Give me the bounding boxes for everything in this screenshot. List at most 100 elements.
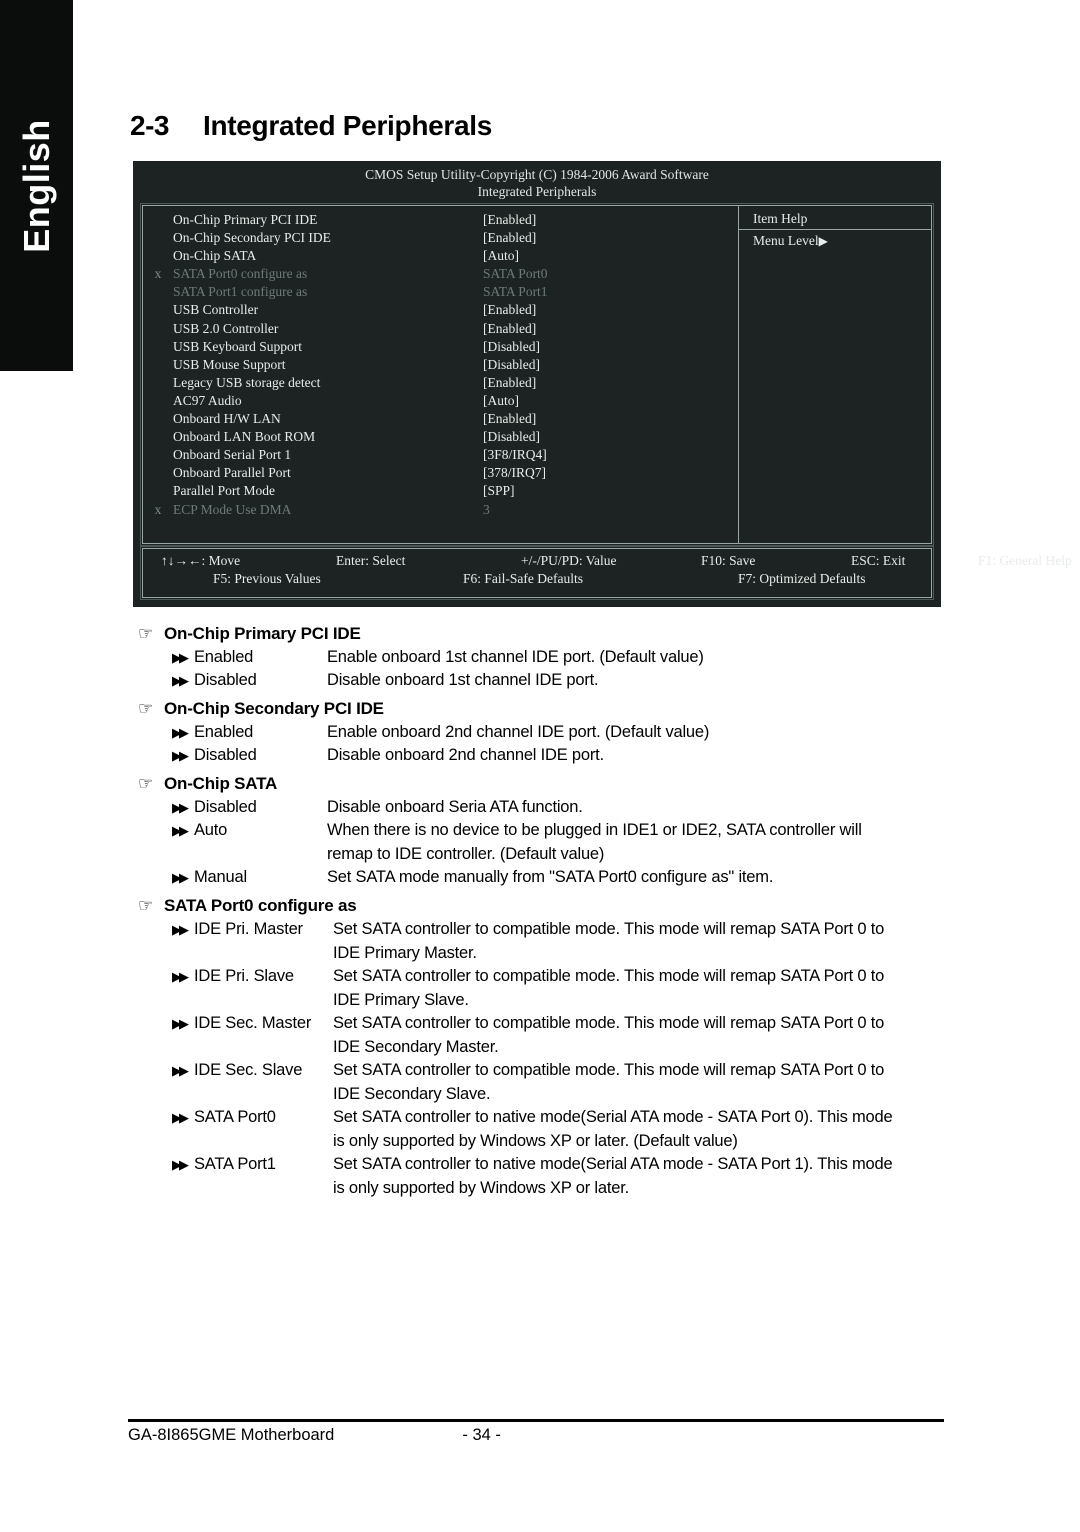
bios-setting-row[interactable]: AC97 Audio [Auto]: [143, 392, 738, 410]
description-block: ☞ On-Chip Secondary PCI IDE ▶▶ Enabled Enabl…: [0, 699, 1080, 765]
bios-key-hint: F1: General Help: [978, 553, 1072, 568]
bios-setting-value[interactable]: [Enabled]: [483, 229, 536, 247]
description-heading-text: On-Chip Primary PCI IDE: [164, 624, 361, 643]
description-option-text: Set SATA controller to compatible mode. …: [333, 920, 885, 962]
bios-setting-value[interactable]: [Enabled]: [483, 410, 536, 428]
bios-key-bar-line2: F5: Previous Values F6: Fail-Safe Default…: [143, 571, 931, 587]
description-option-name: IDE Sec. Master: [194, 1014, 312, 1032]
item-help-title: Item Help: [739, 206, 931, 230]
bios-setting-label: Onboard H/W LAN: [173, 411, 281, 427]
bios-setting-row[interactable]: USB Mouse Support [Disabled]: [143, 356, 738, 374]
description-heading-text: SATA Port0 configure as: [164, 896, 357, 915]
double-arrow-icon: ▶▶: [172, 748, 189, 763]
description-option-text: Set SATA controller to native mode(Seria…: [333, 1108, 893, 1150]
description-heading: ☞ SATA Port0 configure as: [0, 896, 1080, 916]
double-arrow-icon: ▶▶: [172, 1063, 189, 1078]
bios-setting-value[interactable]: [Enabled]: [483, 320, 536, 338]
pointing-hand-icon: ☞: [138, 699, 154, 718]
footer-page-number: - 34 -: [462, 1426, 501, 1444]
double-arrow-icon: ▶▶: [172, 725, 189, 740]
description-option-text: Set SATA controller to compatible mode. …: [333, 967, 885, 1009]
bios-setting-value[interactable]: 3: [483, 501, 490, 519]
bios-body: On-Chip Primary PCI IDE [Enabled] On-Chip …: [140, 203, 934, 546]
bios-setting-value[interactable]: [Enabled]: [483, 374, 536, 392]
double-arrow-icon: ▶▶: [172, 1110, 189, 1125]
bios-setting-disabled-marker: x: [154, 266, 162, 282]
bios-setting-value[interactable]: SATA Port1: [483, 283, 548, 301]
description-option-row: ▶▶ SATA Port1 Set SATA controller to nativ…: [0, 1155, 1080, 1198]
description-option-text: Enable onboard 1st channel IDE port. (De…: [327, 648, 704, 666]
description-option-row: ▶▶ IDE Sec. Slave Set SATA controller to c…: [0, 1061, 1080, 1104]
description-option-row: ▶▶ Enabled Enable onboard 1st channel IDE …: [0, 648, 1080, 667]
bios-setting-row[interactable]: Legacy USB storage detect [Enabled]: [143, 374, 738, 392]
bios-setting-row[interactable]: SATA Port1 configure as SATA Port1: [143, 283, 738, 301]
bios-setting-row[interactable]: x ECP Mode Use DMA 3: [143, 501, 738, 519]
bios-header-line2: Integrated Peripherals: [477, 184, 597, 200]
bios-setting-value[interactable]: [Auto]: [483, 247, 519, 265]
footer-product-name: GA-8I865GME Motherboard: [128, 1426, 335, 1444]
bios-key-bar-line1: ↑↓→←: Move Enter: Select +/-/PU/PD: Value F…: [143, 553, 1072, 569]
description-option-row: ▶▶ IDE Pri. Slave Set SATA controller to c…: [0, 967, 1080, 1010]
bios-setting-row[interactable]: USB 2.0 Controller [Enabled]: [143, 320, 738, 338]
description-heading: ☞ On-Chip Primary PCI IDE: [0, 624, 1080, 644]
bios-setting-row[interactable]: On-Chip Primary PCI IDE [Enabled]: [143, 211, 738, 229]
description-option-text-line2: is only supported by Windows XP or later…: [333, 1132, 738, 1150]
bios-setting-row[interactable]: On-Chip SATA [Auto]: [143, 247, 738, 265]
bios-setting-row[interactable]: x SATA Port0 configure as SATA Port0: [143, 265, 738, 283]
page-footer: GA-8I865GME Motherboard - 34 -: [128, 1426, 944, 1445]
double-arrow-icon: ▶▶: [172, 922, 189, 937]
bios-setting-label: AC97 Audio: [173, 392, 242, 408]
menu-level-arrow-icon: ▶: [818, 234, 828, 248]
bios-header-line1: CMOS Setup Utility-Copyright (C) 1984-20…: [365, 167, 709, 182]
bios-setting-value[interactable]: [Disabled]: [483, 356, 540, 374]
description-option-text: Disable onboard 2nd channel IDE port.: [327, 746, 604, 764]
language-tab-label: English: [15, 118, 57, 253]
description-option-name: Disabled: [194, 798, 257, 816]
description-option-text-line2: IDE Primary Master.: [333, 944, 477, 962]
double-arrow-icon: ▶▶: [172, 823, 189, 838]
bios-setting-value[interactable]: [3F8/IRQ4]: [483, 446, 547, 464]
bios-setting-row[interactable]: Onboard Serial Port 1 [3F8/IRQ4]: [143, 446, 738, 464]
bios-setting-label: USB Keyboard Support: [173, 338, 302, 354]
bios-key-bar: ↑↓→←: Move Enter: Select +/-/PU/PD: Value F…: [140, 546, 1072, 600]
description-option-name: SATA Port0: [194, 1108, 276, 1126]
description-option-text-line2: IDE Secondary Master.: [333, 1038, 499, 1056]
bios-setting-value[interactable]: [Enabled]: [483, 211, 536, 229]
description-option-row: ▶▶ Auto When there is no device to be plug…: [0, 821, 1080, 864]
bios-setting-label: Onboard Serial Port 1: [173, 447, 292, 463]
bios-setting-row[interactable]: Onboard Parallel Port [378/IRQ7]: [143, 464, 738, 482]
bios-setting-row[interactable]: Onboard LAN Boot ROM [Disabled]: [143, 428, 738, 446]
bios-setting-row[interactable]: Parallel Port Mode [SPP]: [143, 482, 738, 500]
description-heading-text: On-Chip Secondary PCI IDE: [164, 699, 384, 718]
bios-setting-row[interactable]: Onboard H/W LAN [Enabled]: [143, 410, 738, 428]
description-block: ☞ SATA Port0 configure as ▶▶ IDE Pri. Maste…: [0, 896, 1080, 1198]
bios-setting-value[interactable]: [SPP]: [483, 482, 515, 500]
bios-setting-label: SATA Port0 configure as: [173, 266, 308, 282]
bios-setting-label: USB Mouse Support: [173, 356, 286, 372]
double-arrow-icon: ▶▶: [172, 870, 189, 885]
double-arrow-icon: ▶▶: [172, 673, 189, 688]
bios-setting-value[interactable]: SATA Port0: [483, 265, 548, 283]
bios-setting-value[interactable]: [378/IRQ7]: [483, 464, 546, 482]
bios-key-hint: +/-/PU/PD: Value: [521, 553, 617, 568]
bios-setting-value[interactable]: [Auto]: [483, 392, 519, 410]
bios-item-help-panel: Item Help Menu Level▶: [739, 206, 931, 543]
bios-setting-value[interactable]: [Disabled]: [483, 428, 540, 446]
bios-setting-label: On-Chip Primary PCI IDE: [173, 212, 318, 227]
bios-key-hint: F7: Optimized Defaults: [738, 571, 866, 586]
bios-setting-row[interactable]: USB Keyboard Support [Disabled]: [143, 338, 738, 356]
bios-screen: CMOS Setup Utility-Copyright (C) 1984-20…: [133, 161, 1072, 607]
bios-setting-row[interactable]: On-Chip Secondary PCI IDE [Enabled]: [143, 229, 738, 247]
pointing-hand-icon: ☞: [138, 624, 154, 643]
description-option-row: ▶▶ SATA Port0 Set SATA controller to nativ…: [0, 1108, 1080, 1151]
bios-setting-row[interactable]: USB Controller [Enabled]: [143, 301, 738, 319]
description-option-text-line2: remap to IDE controller. (Default value): [327, 845, 605, 863]
description-option-name: Enabled: [194, 723, 254, 741]
bios-key-hint: F6: Fail-Safe Defaults: [463, 571, 583, 586]
bios-header: CMOS Setup Utility-Copyright (C) 1984-20…: [133, 161, 941, 201]
bios-setting-value[interactable]: [Enabled]: [483, 301, 536, 319]
description-option-text-line2: is only supported by Windows XP or later…: [333, 1179, 629, 1197]
bios-key-hint: F10: Save: [701, 553, 756, 568]
bios-setting-value[interactable]: [Disabled]: [483, 338, 540, 356]
bios-setting-label: Parallel Port Mode: [173, 483, 275, 499]
